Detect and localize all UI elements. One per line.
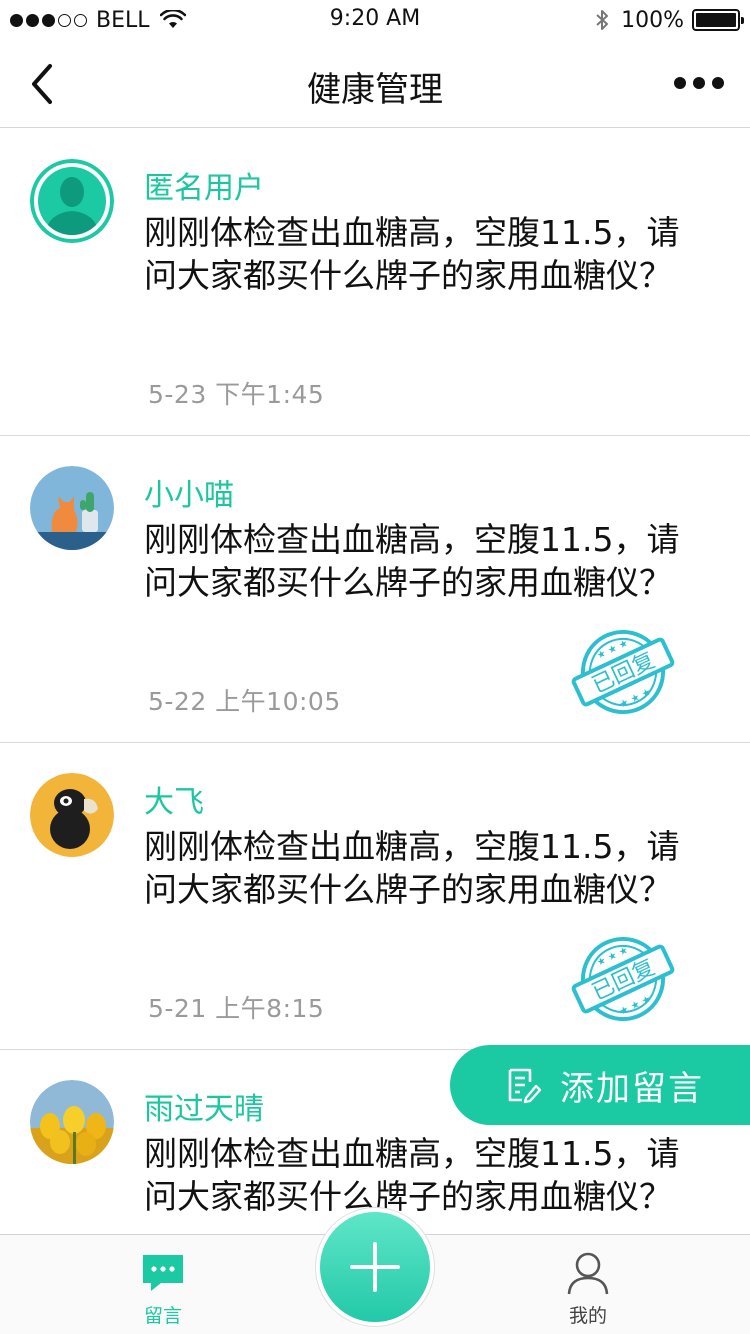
penguin-avatar-icon — [30, 773, 114, 857]
plus-icon[interactable] — [320, 1212, 430, 1322]
avatar — [30, 1080, 114, 1164]
add-message-label: 添加留言 — [560, 1068, 704, 1109]
username: 小小喵 — [144, 478, 234, 513]
avatar — [30, 773, 114, 857]
status-right: 100% — [595, 6, 744, 34]
default-user-icon — [30, 159, 114, 243]
avatar — [30, 466, 114, 550]
list-item[interactable]: 大飞 刚刚体检查出血糖高，空腹11.5，请问大家都买什么牌子的家用血糖仪？ 5-… — [0, 743, 750, 1050]
avatar — [30, 159, 114, 243]
message-content: 刚刚体检查出血糖高，空腹11.5，请问大家都买什么牌子的家用血糖仪？ — [144, 827, 680, 909]
message-content: 刚刚体检查出血糖高，空腹11.5，请问大家都买什么牌子的家用血糖仪？ — [144, 520, 680, 602]
bluetooth-icon — [596, 10, 609, 30]
replied-stamp: 已回复 ★ ★ ★ ★ ★ ★ — [571, 937, 675, 1021]
message-content: 刚刚体检查出血糖高，空腹11.5，请问大家都买什么牌子的家用血糖仪？ — [144, 213, 680, 295]
nav-bar: 健康管理 — [0, 40, 750, 128]
cat-avatar-icon — [30, 466, 114, 550]
more-icon[interactable] — [674, 70, 724, 96]
username: 雨过天晴 — [144, 1092, 264, 1127]
tab-me-label: 我的 — [568, 1305, 607, 1327]
message-content: 刚刚体检查出血糖高，空腹11.5，请问大家都买什么牌子的家用血糖仪？ — [144, 1134, 680, 1216]
timestamp: 5-22 上午10:05 — [148, 687, 341, 716]
username: 大飞 — [144, 785, 204, 820]
add-message-button[interactable]: 添加留言 — [450, 1045, 750, 1125]
tab-messages-label: 留言 — [143, 1305, 182, 1327]
timestamp: 5-23 下午1:45 — [148, 380, 325, 409]
tab-messages[interactable]: 留言 — [103, 1251, 223, 1328]
person-icon — [567, 1252, 609, 1295]
status-bar: BELL 9:20 AM 100% — [0, 0, 750, 40]
list-item[interactable]: 匿名用户 刚刚体检查出血糖高，空腹11.5，请问大家都买什么牌子的家用血糖仪？ … — [0, 129, 750, 436]
tab-me[interactable]: 我的 — [528, 1251, 648, 1328]
page-title: 健康管理 — [307, 70, 443, 110]
tulip-avatar-icon — [30, 1080, 114, 1164]
svg-text:★ ★ ★: ★ ★ ★ — [618, 687, 653, 711]
chat-bubble-icon — [143, 1255, 183, 1291]
replied-stamp: 已回复 ★ ★ ★ ★ ★ ★ — [571, 630, 675, 714]
timestamp: 5-21 上午8:15 — [148, 994, 325, 1023]
edit-note-icon — [508, 1068, 542, 1104]
username: 匿名用户 — [144, 171, 264, 206]
svg-text:★ ★ ★: ★ ★ ★ — [618, 994, 653, 1018]
battery-percent: 100% — [621, 7, 684, 33]
list-item[interactable]: 小小喵 刚刚体检查出血糖高，空腹11.5，请问大家都买什么牌子的家用血糖仪？ 5… — [0, 436, 750, 743]
battery-icon — [692, 9, 744, 31]
